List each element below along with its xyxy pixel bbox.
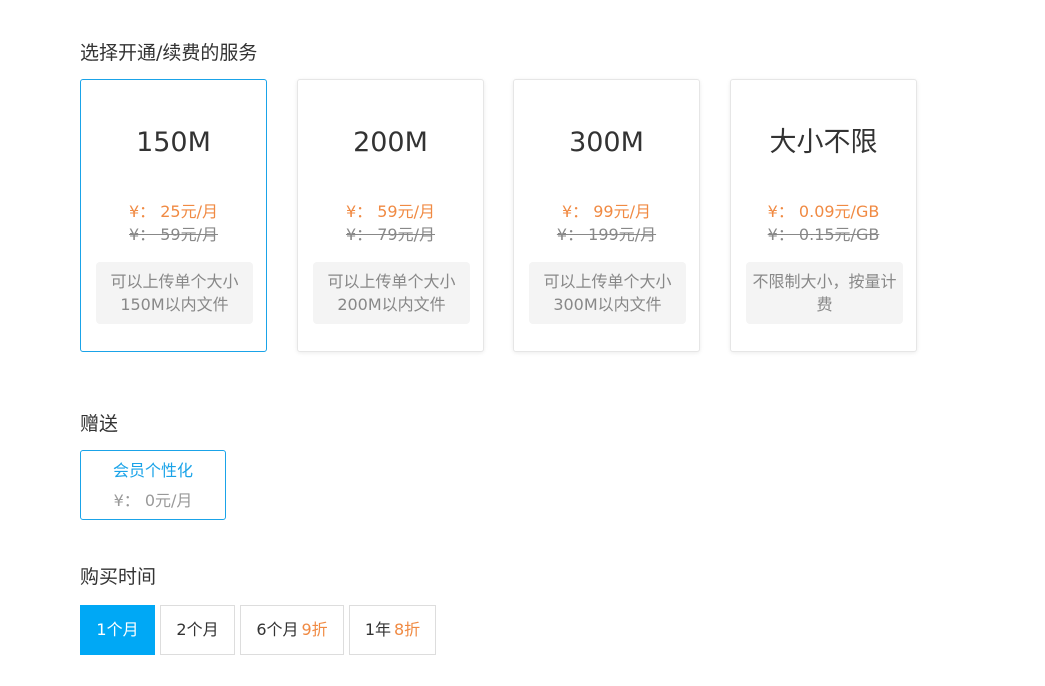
- gift-card-member-personalization[interactable]: 会员个性化 ¥： 0元/月: [80, 450, 226, 520]
- plan-description: 可以上传单个大小300M以内文件: [529, 262, 686, 324]
- plan-original-price: ¥： 59元/月: [128, 225, 219, 244]
- plan-original-price: ¥： 79元/月: [345, 225, 436, 244]
- gift-name: 会员个性化: [112, 461, 193, 480]
- plan-name: 大小不限: [769, 127, 878, 158]
- plan-original-price: ¥： 199元/月: [556, 225, 657, 244]
- plan-name: 300M: [569, 127, 644, 158]
- duration-label: 1个月: [96, 620, 139, 639]
- service-section-title: 选择开通/续费的服务: [80, 42, 258, 64]
- gift-section-title: 赠送: [80, 413, 119, 435]
- duration-option-1-year[interactable]: 1年 8折: [349, 605, 436, 655]
- plan-card-unlimited[interactable]: 大小不限 ¥： 0.09元/GB ¥： 0.15元/GB 不限制大小，按量计费: [730, 79, 917, 352]
- discount-badge: 8折: [394, 620, 421, 639]
- plan-card-150m[interactable]: 150M ¥： 25元/月 ¥： 59元/月 可以上传单个大小150M以内文件: [80, 79, 267, 352]
- plan-description: 可以上传单个大小200M以内文件: [313, 262, 470, 324]
- plan-description: 不限制大小，按量计费: [746, 262, 903, 324]
- duration-section-title: 购买时间: [80, 566, 157, 588]
- plan-card-300m[interactable]: 300M ¥： 99元/月 ¥： 199元/月 可以上传单个大小300M以内文件: [513, 79, 700, 352]
- plan-price: ¥： 0.09元/GB: [767, 202, 880, 221]
- duration-option-2-months[interactable]: 2个月: [160, 605, 235, 655]
- plan-card-200m[interactable]: 200M ¥： 59元/月 ¥： 79元/月 可以上传单个大小200M以内文件: [297, 79, 484, 352]
- plan-price: ¥： 59元/月: [345, 202, 436, 221]
- duration-label: 6个月: [256, 620, 299, 639]
- plan-original-price: ¥： 0.15元/GB: [767, 225, 880, 244]
- plan-name: 200M: [353, 127, 428, 158]
- plan-description: 可以上传单个大小150M以内文件: [96, 262, 253, 324]
- duration-label: 1年: [364, 620, 391, 639]
- plan-name: 150M: [136, 127, 211, 158]
- plan-price: ¥： 25元/月: [128, 202, 219, 221]
- duration-option-6-months[interactable]: 6个月 9折: [240, 605, 344, 655]
- plan-price: ¥： 99元/月: [561, 202, 652, 221]
- duration-option-1-month[interactable]: 1个月: [80, 605, 155, 655]
- gift-price: ¥： 0元/月: [113, 491, 193, 510]
- duration-label: 2个月: [176, 620, 219, 639]
- discount-badge: 9折: [301, 620, 328, 639]
